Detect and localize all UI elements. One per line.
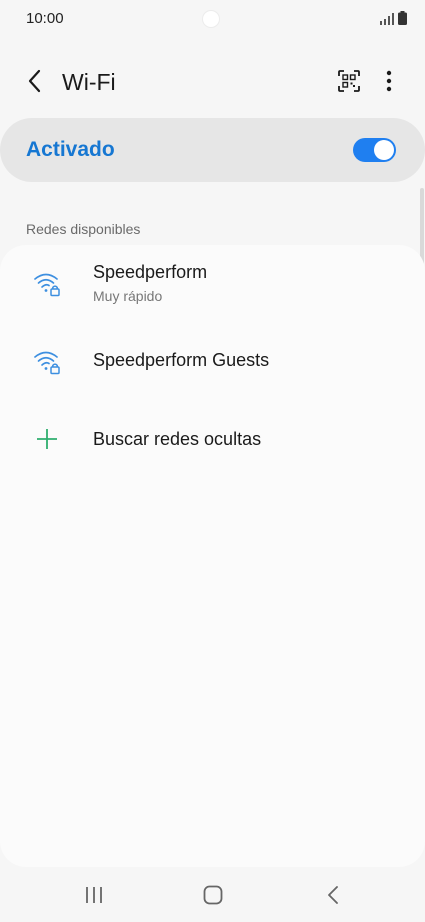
recent-apps-icon bbox=[84, 885, 104, 910]
home-icon bbox=[203, 885, 223, 910]
qr-code-icon bbox=[337, 69, 361, 98]
home-button[interactable] bbox=[195, 880, 231, 914]
back-arrow-icon bbox=[27, 69, 43, 98]
wifi-lock-icon bbox=[32, 347, 62, 377]
page-title: Wi-Fi bbox=[62, 69, 116, 95]
camera-cutout bbox=[203, 11, 219, 27]
network-item[interactable]: Speedperform Guests bbox=[0, 333, 425, 393]
battery-icon bbox=[398, 11, 407, 30]
recent-apps-button[interactable] bbox=[76, 880, 112, 914]
wifi-toggle[interactable] bbox=[353, 138, 396, 162]
qr-code-button[interactable] bbox=[334, 68, 364, 98]
status-icons bbox=[380, 11, 407, 30]
add-hidden-network-label: Buscar redes ocultas bbox=[93, 429, 262, 449]
network-speed: Muy rápido bbox=[93, 288, 163, 304]
network-name: Speedperform bbox=[93, 262, 208, 282]
status-bar: 10:00 bbox=[0, 0, 425, 38]
signal-icon bbox=[380, 12, 394, 30]
network-name: Speedperform Guests bbox=[93, 350, 270, 370]
section-label: Redes disponibles bbox=[26, 221, 141, 237]
back-icon bbox=[326, 885, 340, 910]
more-vert-icon bbox=[386, 70, 392, 97]
navigation-bar bbox=[0, 872, 425, 922]
nav-back-button[interactable] bbox=[315, 880, 351, 914]
network-list-card: Speedperform Muy rápido Speedperform Gue… bbox=[0, 245, 425, 867]
master-switch-label: Activado bbox=[26, 138, 115, 161]
network-item[interactable]: Speedperform Muy rápido bbox=[0, 245, 425, 333]
add-hidden-network-item[interactable]: Buscar redes ocultas bbox=[0, 407, 425, 469]
back-button[interactable] bbox=[18, 66, 52, 100]
app-header: Wi-Fi bbox=[0, 58, 425, 108]
status-time: 10:00 bbox=[26, 10, 64, 27]
wifi-master-switch[interactable]: Activado bbox=[0, 118, 425, 182]
toggle-knob bbox=[374, 140, 394, 160]
more-options-button[interactable] bbox=[376, 68, 402, 98]
plus-icon bbox=[32, 424, 62, 454]
wifi-lock-icon bbox=[32, 269, 62, 299]
